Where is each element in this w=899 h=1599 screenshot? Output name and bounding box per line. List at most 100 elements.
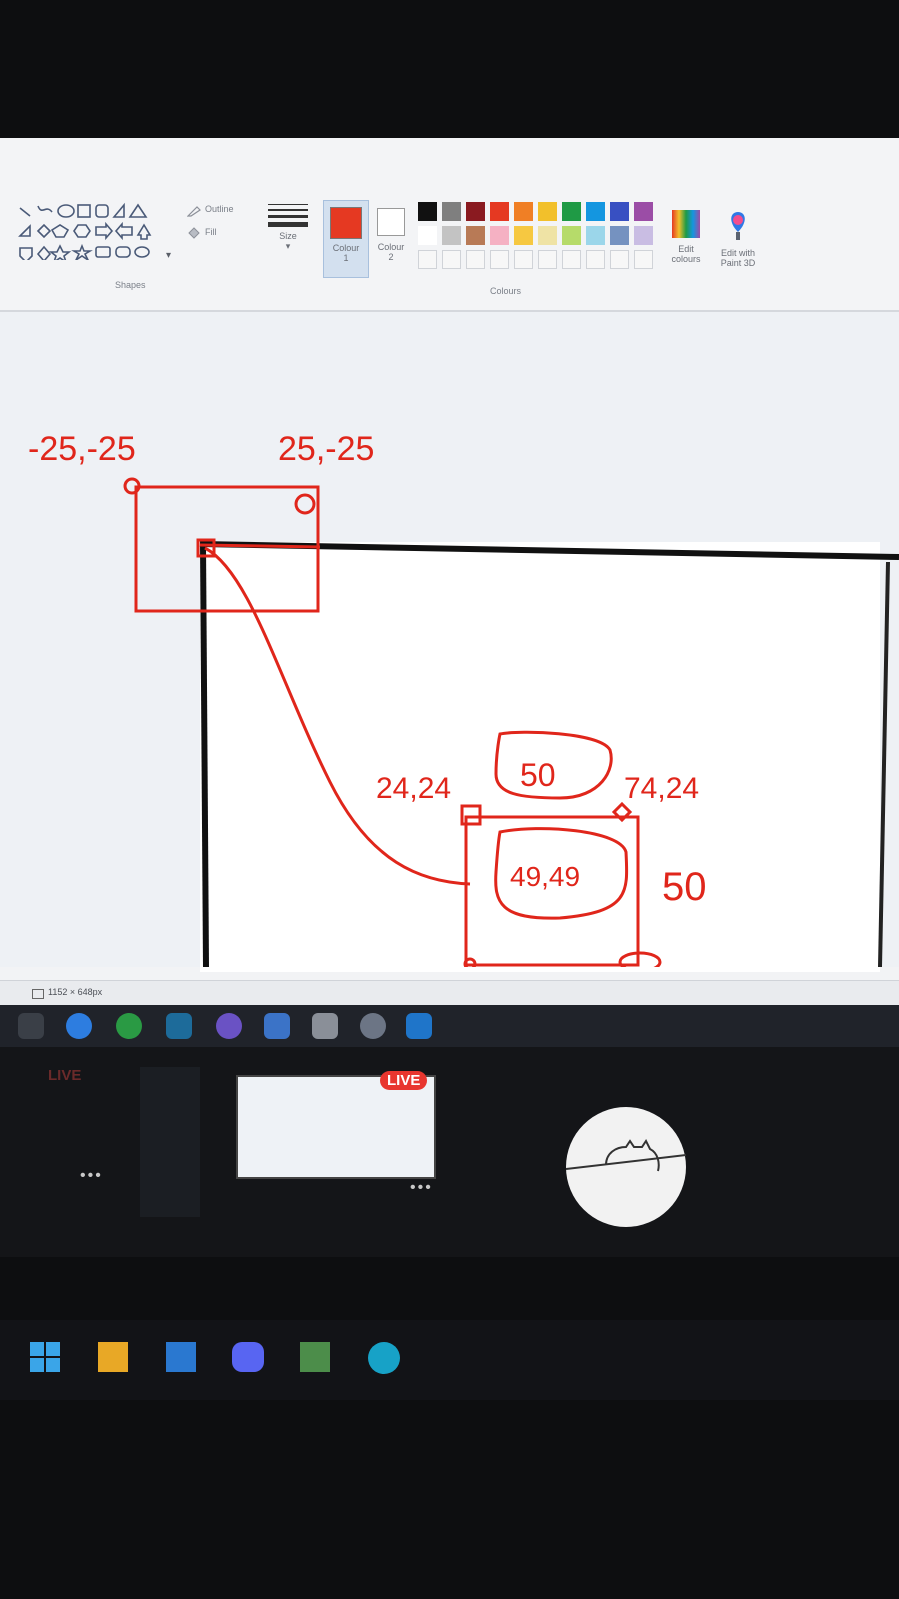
chevron-down-icon: ▾ [285,241,291,251]
avatar[interactable] [565,1107,687,1227]
palette-swatch[interactable] [610,202,629,221]
colour1-swatch [330,207,362,239]
palette-swatch-empty[interactable] [562,250,581,269]
canvas-right-edge [878,561,890,967]
colour2-number: 2 [388,252,394,262]
edit-paint3d-label: Edit with Paint 3D [720,248,756,268]
edit-colours-button[interactable]: Edit colours [664,208,708,288]
colour2-button[interactable]: Colour 2 [369,200,413,276]
palette-swatch[interactable] [562,226,581,245]
edit-paint3d-button[interactable]: Edit with Paint 3D [712,208,764,288]
palette-swatch-empty[interactable] [610,250,629,269]
palette-swatch-empty[interactable] [634,250,653,269]
palette-swatch[interactable] [466,226,485,245]
network-icon[interactable] [312,1013,338,1039]
label-top-left: -25,-25 [28,430,136,468]
more-icon-2[interactable]: ••• [410,1179,433,1197]
app-taskbar [0,1005,899,1047]
more-icon[interactable]: ••• [80,1167,103,1185]
drawing-layer[interactable]: -25,-25 25,-25 24,24 50 74,24 49,49 50 [0,312,899,967]
cat-icon [565,1139,687,1172]
label-top-right: 25,-25 [278,430,374,468]
size-button[interactable]: Size ▾ [268,200,308,270]
rainbow-icon [672,210,700,238]
palette-swatch[interactable] [490,226,509,245]
palette-swatch-empty[interactable] [442,250,461,269]
palette-swatch[interactable] [490,202,509,221]
arrow-curve [204,546,471,886]
palette-swatch-empty[interactable] [538,250,557,269]
file-explorer-icon[interactable] [98,1342,128,1372]
colour2-label: Colour [377,242,405,252]
os-taskbar [0,1320,899,1400]
canvas-area[interactable]: -25,-25 25,-25 24,24 50 74,24 49,49 50 [0,312,899,972]
paint3d-icon [731,212,745,240]
vscode-icon[interactable] [406,1013,432,1039]
edge-icon[interactable] [368,1342,400,1374]
palette-swatch-empty[interactable] [586,250,605,269]
label-inner-right: 74,24 [624,772,699,805]
paint-window: ▾ Outline Fill Shapes Size ▾ Colour 1 Co… [0,138,899,1038]
colour-palette[interactable] [418,202,668,282]
label-side: 50 [662,865,707,909]
palette-swatch[interactable] [586,226,605,245]
size-label: Size [279,231,297,241]
palette-swatch-empty[interactable] [418,250,437,269]
remote-desktop-icon[interactable] [166,1013,192,1039]
palette-swatch-empty[interactable] [490,250,509,269]
canvas-left-edge [200,543,209,967]
outline-label[interactable]: Outline [205,204,234,214]
palette-swatch[interactable] [610,226,629,245]
svg-text:▾: ▾ [166,250,171,260]
shapes-group-label: Shapes [115,280,146,290]
outer-red-box [134,485,320,613]
colour1-button[interactable]: Colour 1 [323,200,369,278]
palette-swatch-empty[interactable] [466,250,485,269]
palette-swatch[interactable] [562,202,581,221]
edit-colours-label: Edit colours [671,244,701,264]
pin-icon[interactable] [18,1013,44,1039]
corner-marker-tr [294,493,316,515]
outline-icon[interactable] [186,204,201,222]
image-viewer-icon[interactable] [300,1342,330,1372]
live-indicator-dim: LIVE [48,1067,82,1084]
obs-icon[interactable] [360,1013,386,1039]
label-inner-center: 49,49 [510,861,580,892]
palette-swatch[interactable] [466,202,485,221]
colours-group-label: Colours [490,286,522,296]
github-icon[interactable] [216,1013,242,1039]
palette-swatch[interactable] [538,202,557,221]
canvas-dimensions: 1152 × 648px [48,987,103,997]
stream-thumbnail-left[interactable] [140,1067,200,1217]
colour2-swatch [377,208,405,236]
palette-swatch[interactable] [418,226,437,245]
vscode-taskbar-icon[interactable] [166,1342,196,1372]
windows-start-icon[interactable] [30,1342,60,1372]
chrome-icon[interactable] [66,1013,92,1039]
palette-swatch-empty[interactable] [514,250,533,269]
label-inner-top: 50 [520,757,556,793]
palette-swatch[interactable] [514,226,533,245]
label-inner-left: 24,24 [376,772,451,805]
palette-swatch[interactable] [418,202,437,221]
fill-label[interactable]: Fill [205,227,217,237]
discord-icon[interactable] [232,1342,264,1372]
fill-icon[interactable] [187,226,201,244]
whatsapp-icon[interactable] [116,1013,142,1039]
palette-swatch[interactable] [442,202,461,221]
palette-swatch[interactable] [634,226,653,245]
colour1-label: Colour [332,243,360,253]
palette-swatch[interactable] [634,202,653,221]
live-badge: LIVE [380,1071,428,1090]
canvas-size-icon [32,989,44,999]
palette-swatch[interactable] [538,226,557,245]
stream-panel: LIVE LIVE ••• ••• [0,1047,899,1257]
colour1-number: 1 [343,253,349,263]
palette-swatch[interactable] [514,202,533,221]
shapes-gallery[interactable]: ▾ [16,200,176,260]
stream-thumbnail-center[interactable] [236,1075,436,1179]
ribbon: ▾ Outline Fill Shapes Size ▾ Colour 1 Co… [0,138,899,312]
settings-app-icon[interactable] [264,1013,290,1039]
palette-swatch[interactable] [442,226,461,245]
palette-swatch[interactable] [586,202,605,221]
